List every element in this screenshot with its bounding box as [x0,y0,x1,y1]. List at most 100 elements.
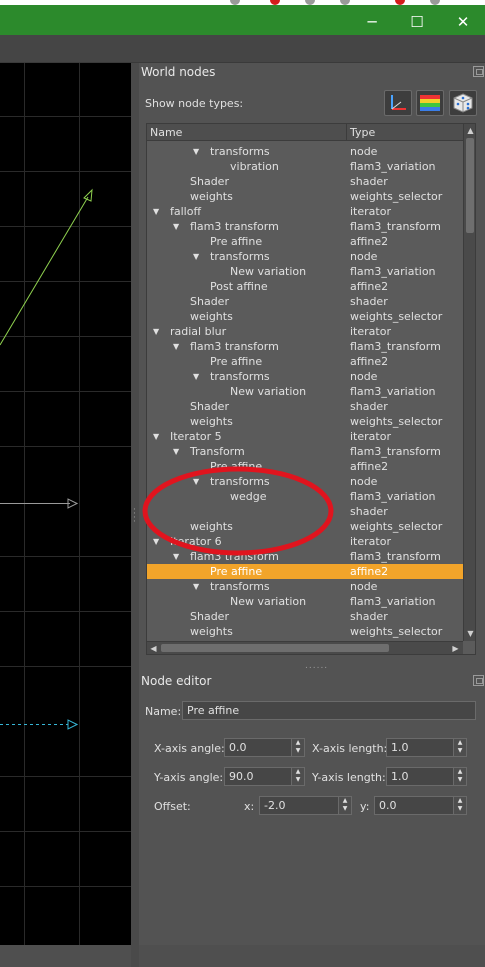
tree-row[interactable]: ▼ transforms node [147,144,463,159]
tree-row[interactable]: Shader shader [147,399,463,414]
x-axis-angle-value[interactable]: 0.0 [224,738,292,757]
x-axis-length-value[interactable]: 1.0 [386,738,454,757]
dice-icon [453,93,473,113]
tree-row[interactable]: Post affine affine2 [147,279,463,294]
scroll-left-icon[interactable]: ◀ [147,642,160,654]
name-label: Name: [145,705,182,718]
tree-row[interactable]: ▼ falloff iterator [147,204,463,219]
tree-row[interactable]: Shader shader [147,294,463,309]
tray-icon[interactable] [305,0,315,5]
tree-row[interactable]: New variation flam3_variation [147,264,463,279]
tray-icon[interactable] [270,0,280,5]
expand-arrow-icon[interactable]: ▼ [153,324,159,339]
close-button[interactable]: ✕ [443,10,483,35]
expand-arrow-icon[interactable]: ▼ [173,219,179,234]
spin-arrows-icon[interactable]: ▲ ▼ [292,738,305,757]
tray-icon[interactable] [430,0,440,5]
tray-icon[interactable] [340,0,350,5]
tree-horizontal-scrollbar[interactable]: ◀ ▶ [147,641,463,654]
grey-axis-arrow[interactable] [0,498,79,509]
expand-arrow-icon[interactable]: ▼ [173,444,179,459]
world-nodes-title: World nodes [141,65,216,79]
tree-row[interactable]: New variation flam3_variation [147,594,463,609]
spin-arrows-icon[interactable]: ▲ ▼ [292,767,305,786]
scroll-down-icon[interactable]: ▼ [464,627,475,640]
tree-row[interactable]: ▼ flam3 transform flam3_transform [147,339,463,354]
spin-arrows-icon[interactable]: ▲ ▼ [454,796,467,815]
tree-row[interactable]: vibration flam3_variation [147,159,463,174]
tray-icon[interactable] [230,0,240,5]
tree-row[interactable]: New variation flam3_variation [147,384,463,399]
expand-arrow-icon[interactable]: ▼ [193,369,199,384]
tree-row[interactable]: Pre affine affine2 [147,234,463,249]
tree-row[interactable]: weights weights_selector [147,309,463,324]
tree-row[interactable]: Shader shader [147,609,463,624]
expand-arrow-icon[interactable]: ▼ [173,339,179,354]
tree-row[interactable]: ▼ radial blur iterator [147,324,463,339]
tray-icon[interactable] [395,0,405,5]
tree-row-name: weights [190,190,233,203]
panel-splitter-grip[interactable]: ...... [305,661,328,671]
maximize-button[interactable]: ☐ [397,10,437,35]
tree-row[interactable]: Pre affine affine2 [147,354,463,369]
viewport-grid [0,63,131,945]
tree-row[interactable]: ▼ Iterator 5 iterator [147,429,463,444]
tree-row-type: iterator [350,430,391,443]
tree-row[interactable]: Shader shader [147,174,463,189]
blue-axis-arrow[interactable] [0,719,79,730]
tree-row[interactable]: weights weights_selector [147,624,463,639]
splitter-grip-icon[interactable]: · · · · [133,506,136,527]
palette-filter-button[interactable] [416,90,444,116]
spin-arrows-icon[interactable]: ▲ ▼ [454,738,467,757]
tree-row[interactable]: ▼ transforms node [147,369,463,384]
tree-row[interactable]: weights weights_selector [147,414,463,429]
tree-row-type: affine2 [350,460,389,473]
tree-row[interactable]: weights weights_selector [147,189,463,204]
scroll-up-icon[interactable]: ▲ [464,124,475,137]
tree-row-name: transforms [210,250,270,263]
spin-arrows-icon[interactable]: ▲ ▼ [339,796,352,815]
name-field[interactable]: Pre affine [182,701,476,720]
viewport-canvas[interactable] [0,63,131,945]
minimize-button[interactable]: ─ [352,10,392,35]
green-axis-arrow[interactable] [0,188,93,346]
scroll-thumb[interactable] [161,644,389,652]
axes-filter-button[interactable] [384,90,412,116]
undock-icon[interactable] [473,66,484,77]
tree-header: Name Type [147,124,463,141]
scroll-thumb[interactable] [466,138,474,233]
expand-arrow-icon[interactable]: ▼ [153,204,159,219]
tree-row-type: iterator [350,535,391,548]
x-axis-angle-label: X-axis angle: [154,742,225,755]
tree-row[interactable]: ▼ Transform flam3_transform [147,444,463,459]
expand-arrow-icon[interactable]: ▼ [153,429,159,444]
tree-row-type: affine2 [350,235,389,248]
column-header-type[interactable]: Type [350,126,375,139]
spin-arrows-icon[interactable]: ▲ ▼ [454,767,467,786]
column-header-name[interactable]: Name [150,126,182,139]
expand-arrow-icon[interactable]: ▼ [193,144,199,159]
tree-row-type: shader [350,400,388,413]
tree-row-name: weights [190,625,233,638]
tree-row-type: flam3_transform [350,340,441,353]
tree-row-type: affine2 [350,565,389,578]
tree-row[interactable]: ▼ flam3 transform flam3_transform [147,219,463,234]
node-tree[interactable]: Name Type ▼ transforms node vibration flam3_… [146,123,476,655]
offset-y-value[interactable]: 0.0 [374,796,454,815]
scroll-right-icon[interactable]: ▶ [449,642,462,654]
expand-arrow-icon[interactable]: ▼ [193,249,199,264]
title-bar: ─ ☐ ✕ [0,0,485,35]
tree-row[interactable]: ▼ transforms node [147,579,463,594]
expand-arrow-icon[interactable]: ▼ [193,579,199,594]
random-filter-button[interactable] [449,90,477,116]
offset-x-value[interactable]: -2.0 [259,796,339,815]
tree-vertical-scrollbar[interactable]: ▲ ▼ [463,124,475,641]
tree-row[interactable]: Pre affine affine2 [147,564,463,579]
tree-row[interactable]: ▼ transforms node [147,249,463,264]
undock-icon[interactable] [473,675,484,686]
tree-row-type: node [350,145,378,158]
y-axis-length-value[interactable]: 1.0 [386,767,454,786]
tree-row-type: node [350,370,378,383]
tree-row-name: Iterator 5 [170,430,222,443]
y-axis-angle-value[interactable]: 90.0 [224,767,292,786]
